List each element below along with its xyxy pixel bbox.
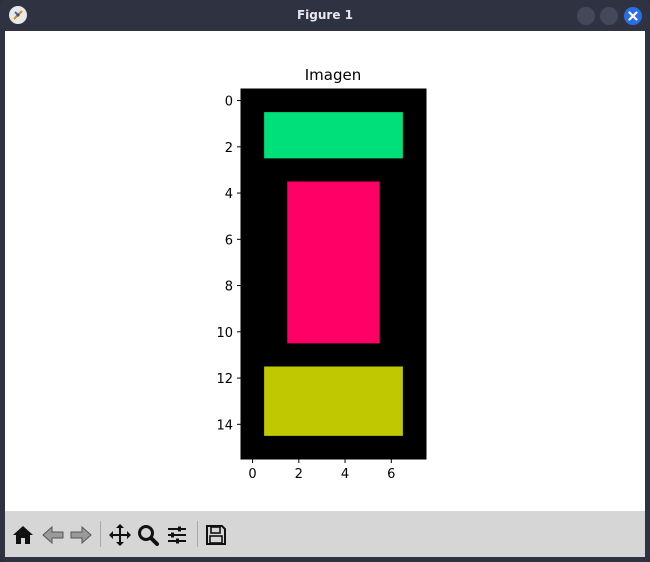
- y-tick-label: 12: [216, 372, 233, 387]
- title-bar[interactable]: Figure 1: [0, 0, 650, 31]
- back-arrow-icon: [42, 525, 64, 545]
- y-tick-label: 14: [216, 418, 233, 433]
- y-tick-label: 8: [225, 280, 233, 295]
- x-tick-label: 6: [387, 467, 395, 482]
- floppy-disk-icon: [206, 525, 226, 545]
- figure-canvas[interactable]: Imagen 0 2 4 6 0 2 4 6 8 10 12 14: [5, 31, 645, 511]
- zoom-button[interactable]: [136, 523, 160, 547]
- image-plot: Imagen 0 2 4 6 0 2 4 6 8 10 12 14: [216, 66, 427, 482]
- move-icon: [109, 524, 131, 546]
- pan-button[interactable]: [108, 523, 132, 547]
- toolbar-separator: [100, 521, 101, 547]
- image-block-2: [287, 181, 380, 344]
- toolbar-separator: [197, 521, 198, 547]
- configure-subplots-button[interactable]: [165, 523, 189, 547]
- y-tick-label: 2: [225, 141, 233, 156]
- x-tick-label: 0: [248, 467, 256, 482]
- home-icon: [13, 526, 33, 544]
- forward-arrow-icon: [70, 525, 92, 545]
- navigation-toolbar: [5, 511, 645, 557]
- image-block-1: [264, 112, 403, 159]
- x-tick-label: 4: [341, 467, 349, 482]
- minimize-icon[interactable]: [577, 7, 595, 25]
- close-icon[interactable]: [624, 7, 642, 25]
- plot-title: Imagen: [305, 66, 361, 84]
- y-tick-label: 10: [216, 326, 233, 341]
- x-tick-label: 2: [295, 467, 303, 482]
- maximize-icon[interactable]: [600, 7, 618, 25]
- window-title: Figure 1: [296, 8, 354, 22]
- back-button[interactable]: [41, 523, 65, 547]
- image-block-3: [264, 366, 403, 436]
- sliders-icon: [168, 526, 186, 544]
- forward-button[interactable]: [69, 523, 93, 547]
- y-tick-label: 6: [225, 233, 233, 248]
- magnifier-icon: [138, 525, 159, 546]
- y-tick-label: 0: [225, 95, 233, 110]
- y-tick-label: 4: [225, 187, 233, 202]
- save-button[interactable]: [204, 523, 228, 547]
- home-button[interactable]: [11, 523, 35, 547]
- figure-window: Figure 1 Imagen 0 2 4 6 0 2 4 6 8 10 12 14: [0, 0, 650, 562]
